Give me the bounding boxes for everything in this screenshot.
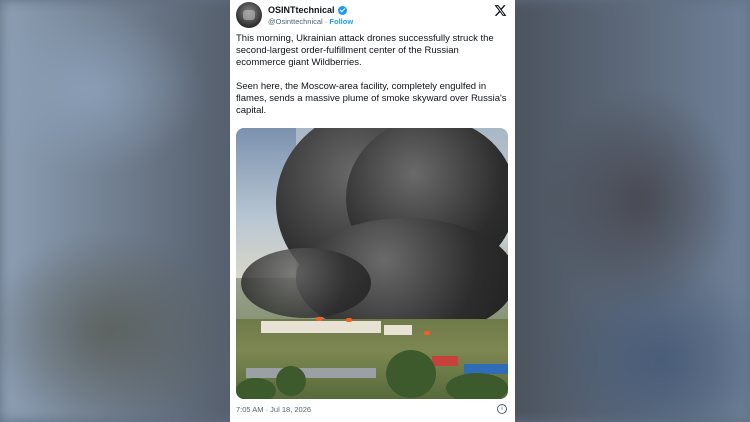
display-name-row: OSINTtechnical <box>268 5 347 15</box>
tweet-paragraph-1: This morning, Ukrainian attack drones su… <box>236 33 494 68</box>
handle-row: @Osinttechnical · Follow <box>268 17 353 26</box>
tree-cluster <box>236 378 276 399</box>
warehouse-building <box>384 325 412 335</box>
tweet-card: OSINTtechnical @Osinttechnical · Follow … <box>230 0 515 422</box>
follow-button[interactable]: Follow <box>329 17 353 26</box>
tweet-text: This morning, Ukrainian attack drones su… <box>236 33 508 129</box>
tweet-timestamp[interactable]: 7:05 AM · Jul 18, 2026 <box>236 405 311 414</box>
fire-spot <box>346 318 352 322</box>
avatar[interactable] <box>236 2 262 28</box>
smoke-plume <box>241 248 371 318</box>
handle[interactable]: @Osinttechnical <box>268 17 323 26</box>
fire-spot <box>316 317 322 321</box>
tree-cluster <box>276 366 306 396</box>
tweet-photo[interactable] <box>236 128 508 399</box>
separator: · <box>324 17 328 26</box>
verified-badge-icon <box>337 5 347 15</box>
tweet-paragraph-2: Seen here, the Moscow-area facility, com… <box>236 81 507 116</box>
info-icon[interactable]: i <box>497 404 507 414</box>
x-logo-svg <box>494 5 507 16</box>
x-logo-icon[interactable] <box>494 4 507 21</box>
tree-cluster <box>446 373 508 399</box>
warehouse-building <box>261 321 381 333</box>
tweet-header: OSINTtechnical @Osinttechnical · Follow <box>236 2 509 28</box>
red-building <box>432 356 458 366</box>
fire-spot <box>424 331 430 335</box>
parking-lot <box>246 368 376 378</box>
tree-cluster <box>386 350 436 398</box>
display-name[interactable]: OSINTtechnical <box>268 5 335 15</box>
